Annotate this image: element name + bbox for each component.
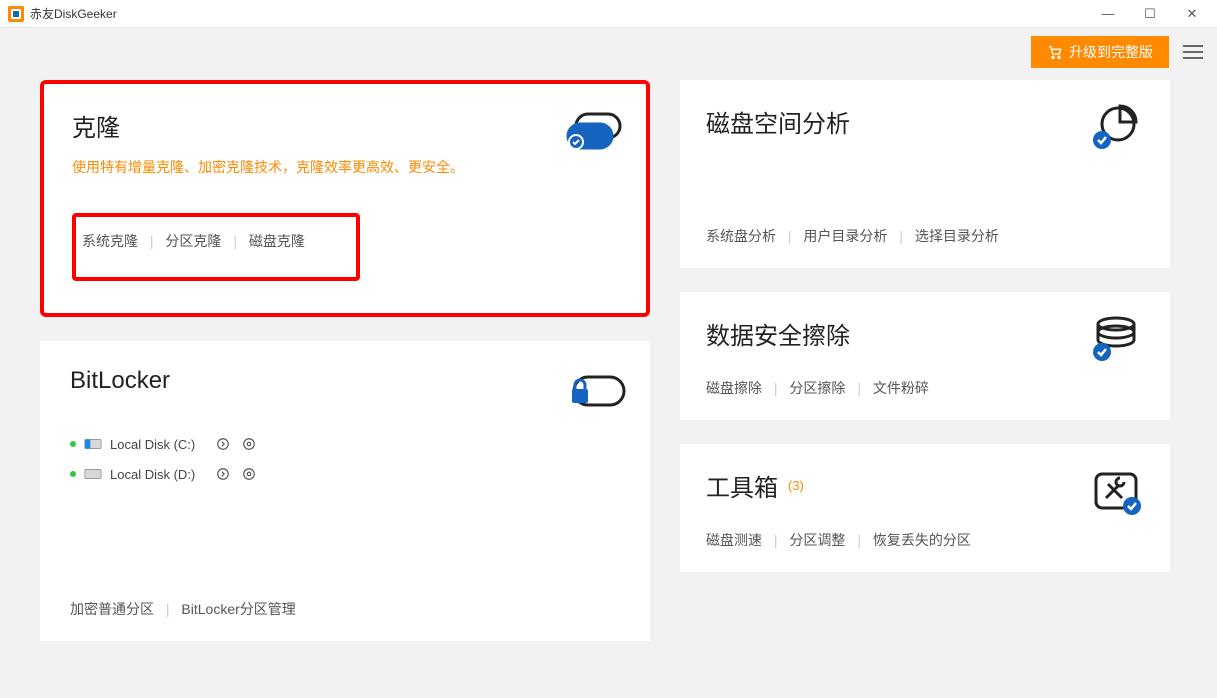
space-title: 磁盘空间分析: [706, 104, 850, 139]
space-link-user[interactable]: 用户目录分析: [803, 228, 887, 244]
app-title: 赤友DiskGeeker: [30, 5, 117, 22]
left-column: 克隆 使用特有增量克隆、加密克隆技术，克隆效率更高效、更安全。 系统克隆 |: [40, 80, 650, 641]
topbar: 升级到完整版: [0, 28, 1217, 76]
disk-row: Local Disk (C:): [70, 429, 620, 459]
bitlocker-link-encrypt[interactable]: 加密普通分区: [70, 601, 154, 617]
disk-list: Local Disk (C:) Local Disk (D:): [70, 429, 620, 489]
toolbox-badge: (3): [788, 478, 804, 493]
lock-icon[interactable]: [240, 465, 258, 483]
clone-link-system[interactable]: 系统克隆: [82, 233, 138, 249]
toolbox-link-speed[interactable]: 磁盘测速: [706, 532, 762, 548]
erase-title: 数据安全擦除: [706, 316, 850, 351]
clone-links-box: 系统克隆 | 分区克隆 | 磁盘克隆: [72, 213, 360, 281]
clone-subtitle: 使用特有增量克隆、加密克隆技术，克隆效率更高效、更安全。: [72, 157, 464, 177]
toolbox-link-recover[interactable]: 恢复丢失的分区: [873, 532, 971, 548]
erase-link-shred[interactable]: 文件粉碎: [873, 380, 929, 396]
database-check-icon: [1088, 316, 1144, 360]
disk-label: Local Disk (D:): [110, 467, 206, 482]
cart-icon: [1047, 44, 1063, 60]
minimize-button[interactable]: —: [1099, 7, 1117, 20]
toolbox-title: 工具箱: [706, 475, 778, 502]
window-controls: — ☐ ✕: [1099, 7, 1209, 20]
bitlocker-link-manage[interactable]: BitLocker分区管理: [181, 601, 295, 617]
drive-icon: [84, 437, 102, 451]
clone-link-disk[interactable]: 磁盘克隆: [249, 233, 305, 249]
pie-chart-icon: [1088, 104, 1144, 148]
clone-title: 克隆: [72, 108, 464, 143]
clone-icon: [562, 108, 618, 152]
erase-link-partition[interactable]: 分区擦除: [789, 380, 845, 396]
space-link-choose[interactable]: 选择目录分析: [915, 228, 999, 244]
erase-link-disk[interactable]: 磁盘擦除: [706, 380, 762, 396]
card-toolbox[interactable]: 工具箱 (3) 磁盘测速 | 分区调整 |: [680, 444, 1170, 572]
status-dot: [70, 471, 76, 477]
maximize-button[interactable]: ☐: [1141, 7, 1159, 20]
drive-icon: [84, 467, 102, 481]
lock-icon[interactable]: [240, 435, 258, 453]
eject-icon[interactable]: [214, 435, 232, 453]
titlebar: 赤友DiskGeeker — ☐ ✕: [0, 0, 1217, 28]
toolbox-link-resize[interactable]: 分区调整: [789, 532, 845, 548]
disk-label: Local Disk (C:): [110, 437, 206, 452]
clone-link-partition[interactable]: 分区克隆: [165, 233, 221, 249]
space-link-system[interactable]: 系统盘分析: [706, 228, 776, 244]
right-column: 磁盘空间分析 系统盘分析 | 用户目录分析 | 选择目录分析: [680, 80, 1170, 572]
app-icon: [8, 6, 24, 22]
menu-button[interactable]: [1183, 45, 1203, 59]
card-bitlocker[interactable]: BitLocker Local Disk (C:): [40, 341, 650, 641]
status-dot: [70, 441, 76, 447]
card-erase[interactable]: 数据安全擦除 磁盘擦除 | 分区擦除 | 文件粉碎: [680, 292, 1170, 420]
main-grid: 克隆 使用特有增量克隆、加密克隆技术，克隆效率更高效、更安全。 系统克隆 |: [0, 76, 1217, 641]
card-space-analysis[interactable]: 磁盘空间分析 系统盘分析 | 用户目录分析 | 选择目录分析: [680, 80, 1170, 268]
bitlocker-title: BitLocker: [70, 367, 170, 395]
tools-icon: [1088, 468, 1144, 512]
disk-row: Local Disk (D:): [70, 459, 620, 489]
eject-icon[interactable]: [214, 465, 232, 483]
upgrade-label: 升级到完整版: [1069, 42, 1153, 62]
upgrade-button[interactable]: 升级到完整版: [1031, 36, 1169, 68]
card-clone[interactable]: 克隆 使用特有增量克隆、加密克隆技术，克隆效率更高效、更安全。 系统克隆 |: [40, 80, 650, 317]
bitlocker-icon: [564, 367, 620, 411]
close-button[interactable]: ✕: [1183, 7, 1201, 20]
